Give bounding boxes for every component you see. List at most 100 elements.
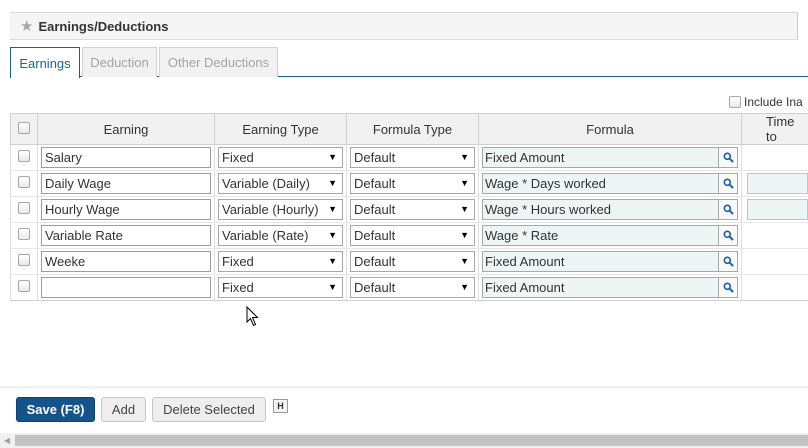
- panel-header: ★ Earnings/Deductions: [10, 12, 798, 40]
- row-checkbox[interactable]: [18, 228, 30, 240]
- star-icon[interactable]: ★: [20, 19, 33, 34]
- earning-cell: [37, 248, 215, 275]
- earning-type-select[interactable]: Variable (Daily) ▼: [218, 173, 343, 194]
- add-button[interactable]: Add: [101, 397, 146, 422]
- formula-type-value: Default: [354, 202, 396, 217]
- formula-type-select[interactable]: Default ▼: [350, 199, 475, 220]
- col-header-time-to[interactable]: Time to: [741, 113, 808, 145]
- formula-cell: Fixed Amount: [478, 144, 742, 171]
- earning-type-value: Fixed: [222, 254, 254, 269]
- row-select-cell: [10, 274, 38, 301]
- earning-input[interactable]: [41, 173, 211, 194]
- earning-input[interactable]: [41, 147, 211, 168]
- row-checkbox[interactable]: [18, 280, 30, 292]
- formula-field[interactable]: Wage * Rate: [482, 225, 738, 246]
- formula-value: Fixed Amount: [485, 254, 565, 269]
- row-checkbox[interactable]: [18, 202, 30, 214]
- time-to-input[interactable]: [747, 173, 808, 194]
- formula-field[interactable]: Wage * Hours worked: [482, 199, 738, 220]
- formula-field[interactable]: Fixed Amount: [482, 147, 738, 168]
- formula-field[interactable]: Fixed Amount: [482, 277, 738, 298]
- formula-type-cell: Default ▼: [346, 274, 479, 301]
- help-badge[interactable]: H: [273, 399, 288, 413]
- dropdown-arrow-icon: ▼: [328, 178, 337, 188]
- select-all-checkbox[interactable]: [18, 121, 30, 134]
- earning-cell: [37, 222, 215, 249]
- table-row: Variable (Hourly) ▼ Default ▼ Wage * Hours w…: [10, 196, 808, 223]
- time-to-cell: [741, 144, 808, 171]
- row-checkbox[interactable]: [18, 150, 30, 162]
- formula-type-value: Default: [354, 176, 396, 191]
- formula-value: Fixed Amount: [485, 150, 565, 165]
- search-icon[interactable]: [718, 200, 737, 219]
- time-to-input[interactable]: [747, 199, 808, 220]
- earning-type-select[interactable]: Variable (Hourly) ▼: [218, 199, 343, 220]
- time-to-cell: [741, 274, 808, 301]
- formula-type-select[interactable]: Default ▼: [350, 251, 475, 272]
- time-to-cell: [741, 222, 808, 249]
- row-checkbox[interactable]: [18, 176, 30, 188]
- tab-deduction[interactable]: Deduction: [82, 47, 157, 77]
- formula-field[interactable]: Wage * Days worked: [482, 173, 738, 194]
- col-header-earning[interactable]: Earning: [37, 113, 215, 145]
- earning-type-value: Variable (Daily): [222, 176, 310, 191]
- save-button[interactable]: Save (F8): [16, 397, 95, 422]
- dropdown-arrow-icon: ▼: [460, 256, 469, 266]
- earning-input[interactable]: [41, 225, 211, 246]
- search-icon[interactable]: [718, 226, 737, 245]
- earning-input[interactable]: [41, 199, 211, 220]
- time-to-cell: [741, 196, 808, 223]
- formula-cell: Fixed Amount: [478, 274, 742, 301]
- search-icon[interactable]: [718, 148, 737, 167]
- earning-input[interactable]: [41, 277, 211, 298]
- earning-type-select[interactable]: Fixed ▼: [218, 147, 343, 168]
- formula-type-cell: Default ▼: [346, 170, 479, 197]
- search-icon[interactable]: [718, 278, 737, 297]
- row-checkbox[interactable]: [18, 254, 30, 266]
- formula-type-select[interactable]: Default ▼: [350, 147, 475, 168]
- formula-value: Wage * Rate: [485, 228, 559, 243]
- earning-type-select[interactable]: Fixed ▼: [218, 251, 343, 272]
- formula-type-select[interactable]: Default ▼: [350, 173, 475, 194]
- tab-earnings[interactable]: Earnings: [10, 47, 80, 78]
- earning-cell: [37, 274, 215, 301]
- search-icon[interactable]: [718, 252, 737, 271]
- earning-type-value: Variable (Rate): [222, 228, 309, 243]
- col-header-formula-type[interactable]: Formula Type: [346, 113, 479, 145]
- earning-cell: [37, 196, 215, 223]
- earnings-grid: Earning Earning Type Formula Type Formul…: [10, 113, 808, 301]
- earning-type-cell: Variable (Daily) ▼: [214, 170, 347, 197]
- formula-type-select[interactable]: Default ▼: [350, 277, 475, 298]
- delete-selected-button[interactable]: Delete Selected: [152, 397, 266, 422]
- tab-other-deductions[interactable]: Other Deductions: [159, 47, 278, 77]
- formula-type-select[interactable]: Default ▼: [350, 225, 475, 246]
- formula-type-cell: Default ▼: [346, 222, 479, 249]
- select-all-cell: [10, 113, 38, 145]
- search-icon[interactable]: [718, 174, 737, 193]
- row-select-cell: [10, 196, 38, 223]
- earning-type-value: Fixed: [222, 280, 254, 295]
- include-inactive-checkbox[interactable]: [729, 96, 741, 108]
- scrollbar-thumb[interactable]: [15, 435, 808, 446]
- table-row: Variable (Rate) ▼ Default ▼ Wage * Rate: [10, 222, 808, 249]
- col-header-formula[interactable]: Formula: [478, 113, 742, 145]
- row-select-cell: [10, 144, 38, 171]
- scroll-left-icon[interactable]: ◀: [0, 433, 14, 448]
- earning-type-cell: Variable (Rate) ▼: [214, 222, 347, 249]
- dropdown-arrow-icon: ▼: [328, 230, 337, 240]
- include-inactive-label: Include Ina: [744, 95, 803, 109]
- earning-type-value: Variable (Hourly): [222, 202, 319, 217]
- tab-bar: Earnings Deduction Other Deductions: [10, 47, 808, 78]
- include-inactive[interactable]: Include Ina: [729, 95, 803, 109]
- dropdown-arrow-icon: ▼: [328, 256, 337, 266]
- earning-type-select[interactable]: Variable (Rate) ▼: [218, 225, 343, 246]
- formula-type-cell: Default ▼: [346, 196, 479, 223]
- dropdown-arrow-icon: ▼: [328, 152, 337, 162]
- horizontal-scrollbar[interactable]: ◀: [0, 433, 808, 448]
- earning-type-select[interactable]: Fixed ▼: [218, 277, 343, 298]
- formula-field[interactable]: Fixed Amount: [482, 251, 738, 272]
- dropdown-arrow-icon: ▼: [460, 204, 469, 214]
- col-header-earning-type[interactable]: Earning Type: [214, 113, 347, 145]
- earning-input[interactable]: [41, 251, 211, 272]
- earning-type-cell: Fixed ▼: [214, 248, 347, 275]
